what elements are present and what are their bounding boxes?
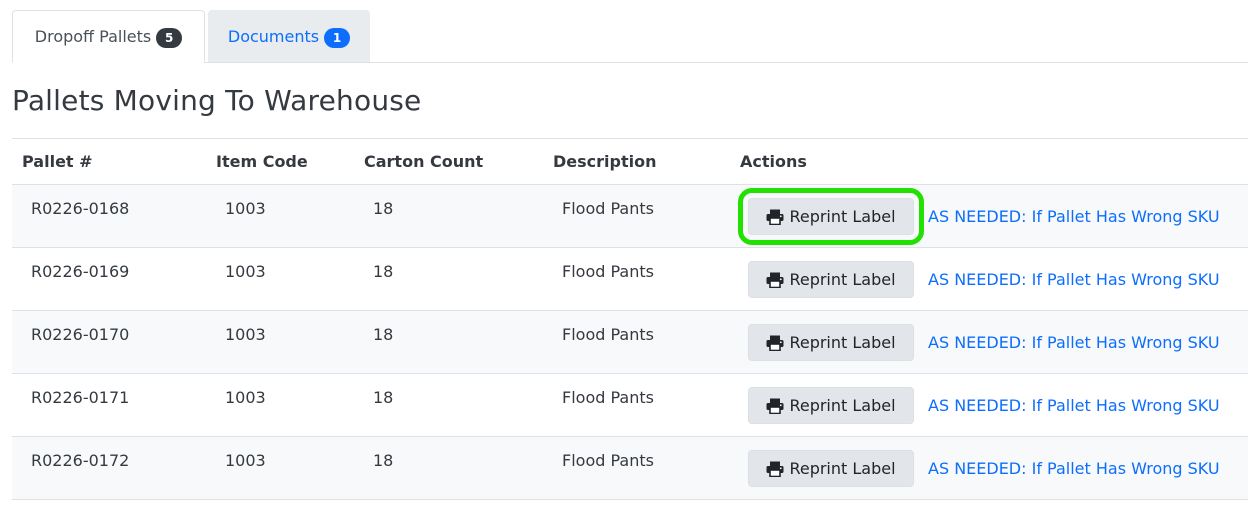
wrong-sku-link[interactable]: AS NEEDED: If Pallet Has Wrong SKU	[928, 396, 1220, 415]
cell-carton-count: 18	[354, 373, 543, 437]
reprint-label-button[interactable]: Reprint Label	[748, 387, 914, 424]
cell-pallet: R0226-0168	[12, 184, 206, 248]
count-badge: 1	[324, 27, 351, 48]
cell-pallet: R0226-0170	[12, 310, 206, 374]
tab-documents[interactable]: Documents 1	[208, 10, 370, 62]
cell-item-code: 1003	[206, 436, 354, 500]
cell-actions: Reprint Label AS NEEDED: If Pallet Has Wr…	[730, 310, 1248, 374]
wrong-sku-link[interactable]: AS NEEDED: If Pallet Has Wrong SKU	[928, 459, 1220, 478]
cell-actions: Reprint Label AS NEEDED: If Pallet Has Wr…	[730, 373, 1248, 437]
page-title: Pallets Moving To Warehouse	[12, 84, 422, 117]
reprint-label-button[interactable]: Reprint Label	[748, 450, 914, 487]
tab-label: Documents	[227, 26, 320, 46]
tab-dropoff-pallets[interactable]: Dropoff Pallets 5	[12, 10, 205, 63]
cell-item-code: 1003	[206, 247, 354, 311]
printer-icon	[766, 209, 789, 225]
wrong-sku-link[interactable]: AS NEEDED: If Pallet Has Wrong SKU	[928, 333, 1220, 352]
pallets-table: Pallet # Item Code Carton Count Descript…	[12, 138, 1248, 500]
reprint-label-text: Reprint Label	[789, 207, 896, 226]
column-header-description: Description	[543, 138, 730, 185]
table-header-row: Pallet # Item Code Carton Count Descript…	[12, 138, 1248, 185]
cell-pallet: R0226-0172	[12, 436, 206, 500]
reprint-label-text: Reprint Label	[789, 270, 896, 289]
cell-carton-count: 18	[354, 436, 543, 500]
reprint-label-text: Reprint Label	[789, 333, 896, 352]
reprint-label-text: Reprint Label	[789, 396, 896, 415]
reprint-label-text: Reprint Label	[789, 459, 896, 478]
table-row: R0226-0168 1003 18 Flood Pants Reprint Label…	[12, 184, 1248, 248]
table-row: R0226-0170 1003 18 Flood Pants Reprint Label…	[12, 310, 1248, 374]
printer-icon	[766, 461, 789, 477]
cell-description: Flood Pants	[543, 247, 730, 311]
reprint-label-button[interactable]: Reprint Label	[738, 188, 924, 245]
column-header-actions: Actions	[730, 138, 1248, 185]
printer-icon	[766, 398, 789, 414]
column-header-carton-count: Carton Count	[354, 138, 543, 185]
wrong-sku-link[interactable]: AS NEEDED: If Pallet Has Wrong SKU	[928, 270, 1220, 289]
reprint-label-button[interactable]: Reprint Label	[748, 261, 914, 298]
cell-pallet: R0226-0169	[12, 247, 206, 311]
printer-icon	[766, 335, 789, 351]
cell-description: Flood Pants	[543, 373, 730, 437]
table-row: R0226-0171 1003 18 Flood Pants Reprint Label…	[12, 373, 1248, 437]
cell-carton-count: 18	[354, 310, 543, 374]
cell-item-code: 1003	[206, 310, 354, 374]
cell-item-code: 1003	[206, 184, 354, 248]
reprint-label-button[interactable]: Reprint Label	[748, 324, 914, 361]
cell-pallet: R0226-0171	[12, 373, 206, 437]
printer-icon	[766, 272, 789, 288]
actions-group: Reprint Label AS NEEDED: If Pallet Has Wr…	[748, 324, 1248, 361]
cell-item-code: 1003	[206, 373, 354, 437]
cell-description: Flood Pants	[543, 310, 730, 374]
cell-carton-count: 18	[354, 247, 543, 311]
actions-group: Reprint Label AS NEEDED: If Pallet Has Wr…	[748, 387, 1248, 424]
column-header-item-code: Item Code	[206, 138, 354, 185]
cell-description: Flood Pants	[543, 184, 730, 248]
tab-bar: Dropoff Pallets 5 Documents 1	[12, 10, 1248, 63]
cell-description: Flood Pants	[543, 436, 730, 500]
table-row: R0226-0172 1003 18 Flood Pants Reprint Label…	[12, 436, 1248, 500]
tab-label: Dropoff Pallets	[34, 27, 152, 46]
table-body: R0226-0168 1003 18 Flood Pants Reprint Label…	[12, 184, 1248, 500]
wrong-sku-link[interactable]: AS NEEDED: If Pallet Has Wrong SKU	[928, 207, 1220, 226]
actions-group: Reprint Label AS NEEDED: If Pallet Has Wr…	[748, 450, 1248, 487]
actions-group: Reprint Label AS NEEDED: If Pallet Has Wr…	[738, 188, 1248, 245]
cell-actions: Reprint Label AS NEEDED: If Pallet Has Wr…	[730, 184, 1248, 248]
actions-group: Reprint Label AS NEEDED: If Pallet Has Wr…	[748, 261, 1248, 298]
count-badge: 5	[156, 28, 183, 48]
cell-actions: Reprint Label AS NEEDED: If Pallet Has Wr…	[730, 247, 1248, 311]
table-row: R0226-0169 1003 18 Flood Pants Reprint Label…	[12, 247, 1248, 311]
cell-carton-count: 18	[354, 184, 543, 248]
column-header-pallet: Pallet #	[12, 138, 206, 185]
cell-actions: Reprint Label AS NEEDED: If Pallet Has Wr…	[730, 436, 1248, 500]
